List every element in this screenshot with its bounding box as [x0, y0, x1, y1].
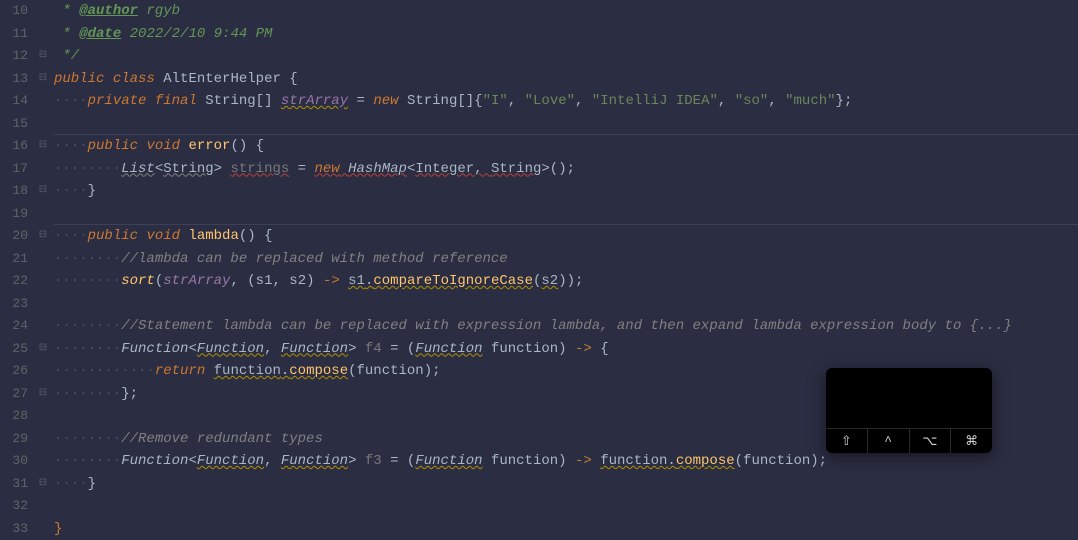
line-number: 19 — [4, 203, 28, 226]
line-number: 20 — [4, 225, 28, 248]
fold-marker[interactable] — [36, 405, 50, 428]
line-number: 27 — [4, 383, 28, 406]
fold-marker[interactable] — [36, 315, 50, 338]
code-line: ····} — [54, 473, 1078, 496]
fold-marker[interactable] — [36, 360, 50, 383]
presentation-overlay: ⇧ ^ ⌥ ⌘ — [826, 368, 992, 453]
code-editor[interactable]: 1011121314151617181920212223242526272829… — [0, 0, 1078, 535]
code-area[interactable]: * @author rgyb * @date 2022/2/10 9:44 PM… — [50, 0, 1078, 535]
fold-marker[interactable]: ⊟ — [36, 135, 50, 158]
code-line: * @author rgyb — [54, 0, 1078, 23]
control-key-icon[interactable]: ^ — [868, 429, 910, 453]
fold-marker[interactable] — [36, 158, 50, 181]
modifier-key-row: ⇧ ^ ⌥ ⌘ — [826, 428, 992, 453]
code-line: ········//lambda can be replaced with me… — [54, 248, 1078, 271]
fold-marker[interactable]: ⊟ — [36, 68, 50, 91]
fold-marker[interactable] — [36, 518, 50, 540]
line-number: 24 — [4, 315, 28, 338]
fold-marker[interactable] — [36, 293, 50, 316]
line-number: 32 — [4, 495, 28, 518]
line-number: 14 — [4, 90, 28, 113]
line-number: 13 — [4, 68, 28, 91]
line-number: 23 — [4, 293, 28, 316]
code-line — [54, 203, 1078, 226]
line-number: 10 — [4, 0, 28, 23]
fold-marker[interactable]: ⊟ — [36, 180, 50, 203]
line-number: 12 — [4, 45, 28, 68]
fold-marker[interactable]: ⊟ — [36, 383, 50, 406]
code-line — [54, 495, 1078, 518]
code-line: ····public void error() { — [54, 135, 1078, 158]
code-line: public class AltEnterHelper { — [54, 68, 1078, 91]
code-line: ····public void lambda() { — [54, 225, 1078, 248]
fold-marker[interactable] — [36, 495, 50, 518]
line-number: 17 — [4, 158, 28, 181]
fold-marker[interactable]: ⊟ — [36, 338, 50, 361]
fold-marker[interactable] — [36, 428, 50, 451]
line-number: 11 — [4, 23, 28, 46]
line-number: 22 — [4, 270, 28, 293]
line-number: 15 — [4, 113, 28, 136]
code-line: ····} — [54, 180, 1078, 203]
line-number: 30 — [4, 450, 28, 473]
code-line: */ — [54, 45, 1078, 68]
line-number: 29 — [4, 428, 28, 451]
line-number: 25 — [4, 338, 28, 361]
line-number-gutter: 1011121314151617181920212223242526272829… — [0, 0, 36, 535]
fold-column[interactable]: ⊟⊟⊟⊟⊟⊟⊟⊟ — [36, 0, 50, 535]
code-line — [54, 113, 1078, 136]
code-line: ········//Statement lambda can be replac… — [54, 315, 1078, 338]
code-line: ········sort(strArray, (s1, s2) -> s1.co… — [54, 270, 1078, 293]
code-line: } — [54, 518, 1078, 540]
line-number: 18 — [4, 180, 28, 203]
fold-marker[interactable] — [36, 23, 50, 46]
line-number: 28 — [4, 405, 28, 428]
line-number: 21 — [4, 248, 28, 271]
overlay-display — [826, 368, 992, 428]
line-number: 16 — [4, 135, 28, 158]
code-line — [54, 293, 1078, 316]
code-line: * @date 2022/2/10 9:44 PM — [54, 23, 1078, 46]
fold-marker[interactable] — [36, 450, 50, 473]
code-line: ········Function<Function, Function> f3 … — [54, 450, 1078, 473]
fold-marker[interactable]: ⊟ — [36, 225, 50, 248]
line-number: 26 — [4, 360, 28, 383]
fold-marker[interactable] — [36, 90, 50, 113]
fold-marker[interactable] — [36, 248, 50, 271]
fold-marker[interactable] — [36, 203, 50, 226]
fold-marker[interactable]: ⊟ — [36, 473, 50, 496]
code-line: ····private final String[] strArray = ne… — [54, 90, 1078, 113]
command-key-icon[interactable]: ⌘ — [951, 429, 992, 453]
line-number: 31 — [4, 473, 28, 496]
fold-marker[interactable] — [36, 0, 50, 23]
fold-marker[interactable]: ⊟ — [36, 45, 50, 68]
option-key-icon[interactable]: ⌥ — [910, 429, 952, 453]
code-line: ········List<String> strings = new HashM… — [54, 158, 1078, 181]
line-number: 33 — [4, 518, 28, 540]
code-line: ········Function<Function, Function> f4 … — [54, 338, 1078, 361]
fold-marker[interactable] — [36, 270, 50, 293]
shift-key-icon[interactable]: ⇧ — [826, 429, 868, 453]
fold-marker[interactable] — [36, 113, 50, 136]
